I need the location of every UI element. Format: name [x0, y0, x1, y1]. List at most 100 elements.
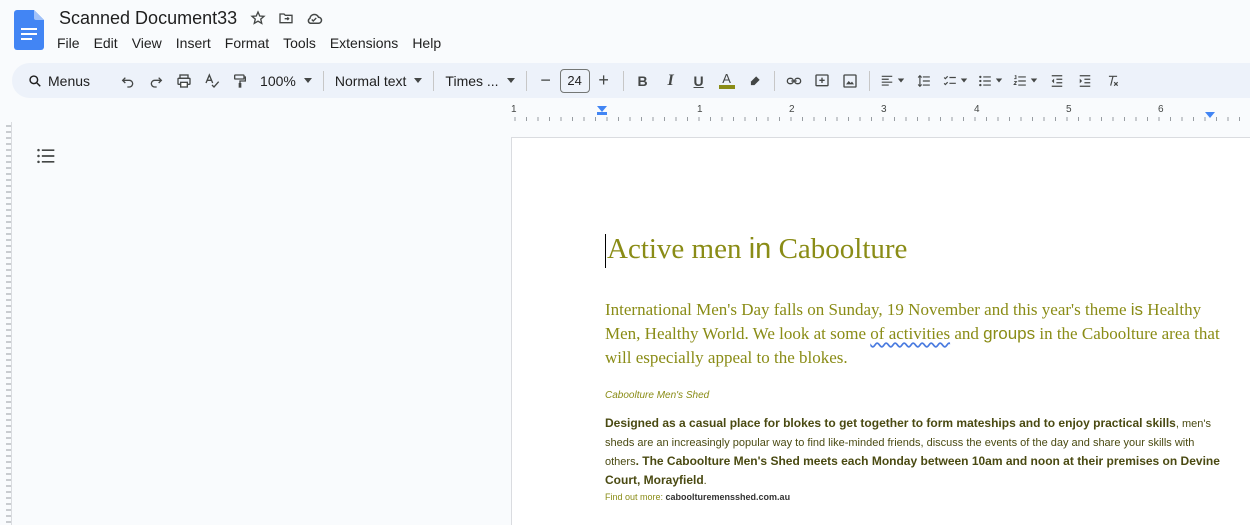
paragraph-style-select[interactable]: Normal text [329, 67, 429, 95]
app-header: Scanned Document33 File Edit View Insert… [0, 0, 1250, 58]
paragraph-style-value: Normal text [334, 72, 407, 89]
underline-button[interactable]: U [686, 67, 712, 95]
intro-text: International Men's Day falls on Sunday,… [605, 300, 1131, 319]
checklist-button[interactable] [939, 67, 972, 95]
bulleted-list-button[interactable] [974, 67, 1007, 95]
chevron-down-icon [414, 78, 423, 83]
menu-insert[interactable]: Insert [169, 33, 218, 53]
spelling-suggestion[interactable]: of activities [870, 324, 950, 343]
toolbar-divider [868, 70, 870, 91]
ruler-number: 3 [881, 104, 887, 115]
increase-indent-icon [1079, 74, 1090, 87]
zoom-select[interactable]: 100% [254, 67, 318, 95]
outline-list-icon [37, 148, 55, 164]
menu-help[interactable]: Help [405, 33, 448, 53]
increase-font-size-button[interactable]: + [591, 67, 617, 95]
font-family-value: Times ... [445, 72, 499, 89]
decrease-indent-icon [1051, 74, 1062, 87]
spellcheck-button[interactable] [199, 67, 225, 95]
line-spacing-button[interactable] [911, 67, 937, 95]
chevron-down-icon [303, 78, 312, 83]
search-icon [29, 74, 41, 87]
ruler-number: 6 [1158, 104, 1164, 115]
paint-format-icon [234, 73, 247, 88]
undo-icon [121, 76, 134, 88]
spellcheck-icon [205, 72, 220, 88]
bold-button[interactable]: B [630, 67, 656, 95]
find-out-more-label: Find out more: [605, 492, 666, 502]
clear-formatting-icon [1108, 75, 1118, 86]
document-heading[interactable]: Active men in Caboolture [607, 233, 907, 266]
clear-formatting-button[interactable] [1100, 67, 1126, 95]
body-paragraph[interactable]: Designed as a casual place for blokes to… [605, 414, 1225, 490]
intro-paragraph[interactable]: International Men's Day falls on Sunday,… [605, 298, 1225, 370]
toolbar-divider [433, 70, 435, 91]
formatting-toolbar: Menus 100% Normal text Times ... − 24 + … [12, 63, 1250, 98]
body-text: . The Caboolture Men's Shed meets each M… [605, 454, 1220, 487]
highlight-button[interactable] [742, 67, 768, 95]
menu-bar: File Edit View Insert Format Tools Exten… [50, 33, 448, 53]
document-title[interactable]: Scanned Document33 [57, 8, 239, 29]
numbered-list-button[interactable] [1009, 67, 1042, 95]
chevron-down-icon [1030, 78, 1037, 83]
redo-icon [150, 76, 163, 88]
align-button[interactable] [876, 67, 909, 95]
cloud-saved-icon[interactable] [305, 9, 323, 27]
ruler-number: 5 [1066, 104, 1072, 115]
chevron-down-icon [995, 78, 1002, 83]
text-color-letter: A [722, 71, 731, 86]
text-cursor [605, 234, 606, 268]
body-text: . [703, 475, 707, 487]
undo-button[interactable] [115, 67, 141, 95]
section-subheading[interactable]: Caboolture Men's Shed [605, 390, 709, 401]
bulleted-list-icon [978, 75, 991, 86]
decrease-indent-button[interactable] [1044, 67, 1070, 95]
star-icon[interactable] [249, 9, 267, 27]
find-out-more-line[interactable]: Find out more: caboolturemensshed.com.au [605, 492, 790, 502]
insert-link-button[interactable] [781, 67, 807, 95]
redo-button[interactable] [143, 67, 169, 95]
body-text: Designed as a casual place for blokes to… [605, 416, 1176, 430]
decrease-font-size-button[interactable]: − [533, 67, 559, 95]
ruler-number: 2 [789, 104, 795, 115]
intro-text: groups [983, 324, 1036, 343]
add-comment-icon [814, 73, 829, 86]
vertical-ruler[interactable] [0, 122, 12, 525]
font-size-input[interactable]: 24 [559, 68, 590, 93]
heading-text: Active men [607, 233, 749, 265]
docs-logo-icon[interactable] [14, 10, 44, 50]
ruler-number: 1 [697, 104, 703, 115]
menu-extensions[interactable]: Extensions [323, 33, 405, 53]
menu-view[interactable]: View [125, 33, 169, 53]
increase-indent-button[interactable] [1072, 67, 1098, 95]
chevron-down-icon [897, 78, 904, 83]
ruler-number-layer: 1 1 2 3 4 5 6 [511, 104, 1250, 122]
text-color-swatch [718, 85, 735, 89]
insert-comment-button[interactable] [809, 67, 835, 95]
insert-image-button[interactable] [837, 67, 863, 95]
toolbar-divider [525, 70, 527, 91]
document-outline-button[interactable] [36, 146, 56, 166]
title-row: Scanned Document33 [57, 6, 323, 30]
menu-edit[interactable]: Edit [87, 33, 125, 53]
link-icon [786, 77, 801, 84]
menu-tools[interactable]: Tools [276, 33, 323, 53]
text-color-button[interactable]: A [714, 67, 740, 95]
document-page[interactable]: Active men in Caboolture International M… [511, 137, 1250, 525]
italic-button[interactable]: I [658, 67, 684, 95]
print-icon [177, 73, 191, 88]
zoom-value: 100% [260, 72, 296, 89]
font-family-select[interactable]: Times ... [439, 67, 520, 95]
toolbar-divider [322, 70, 324, 91]
toolbar-divider [773, 70, 775, 91]
menu-format[interactable]: Format [218, 33, 276, 53]
move-folder-icon[interactable] [277, 9, 295, 27]
highlighter-icon [750, 75, 760, 85]
numbered-list-icon [1012, 74, 1026, 86]
chevron-down-icon [506, 78, 515, 83]
intro-text: and [950, 324, 984, 343]
menu-file[interactable]: File [50, 33, 87, 53]
paint-format-button[interactable] [227, 67, 253, 95]
print-button[interactable] [171, 67, 197, 95]
menus-search-button[interactable]: Menus [20, 67, 103, 94]
